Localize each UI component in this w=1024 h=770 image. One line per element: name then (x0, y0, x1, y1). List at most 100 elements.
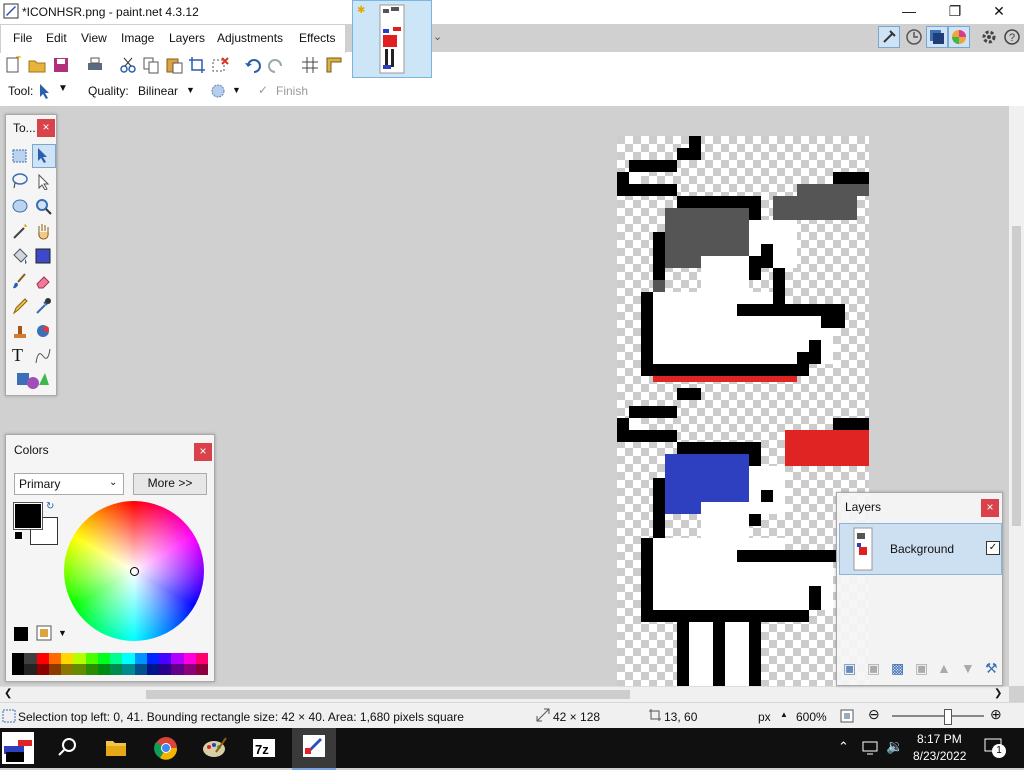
palette-swatch[interactable] (134, 653, 147, 664)
clone-stamp-icon[interactable] (11, 322, 29, 340)
selection-mode-chevron-icon[interactable]: ▼ (232, 85, 241, 95)
image-tab-thumbnail[interactable]: ✱ (352, 0, 432, 78)
crop-to-selection-icon[interactable] (188, 56, 206, 74)
undo-icon[interactable] (244, 56, 262, 74)
palette-swatch[interactable] (122, 653, 135, 664)
palette-swatch-dark[interactable] (12, 664, 25, 675)
color-picker-icon[interactable] (34, 297, 52, 315)
clock-date[interactable]: 8/23/2022 (913, 749, 966, 763)
primary-color-swatch[interactable] (13, 502, 43, 530)
menu-view[interactable]: View (81, 31, 107, 45)
palette-swatch[interactable] (73, 653, 86, 664)
color-wheel-cursor[interactable] (130, 567, 139, 576)
print-icon[interactable] (86, 56, 104, 74)
cut-icon[interactable] (119, 56, 137, 74)
palette-swatch[interactable] (159, 653, 172, 664)
volume-icon[interactable]: 🔉 (886, 738, 903, 755)
menu-file[interactable]: File (13, 31, 32, 45)
zoom-value[interactable]: 600% (796, 710, 827, 724)
paint-bucket-icon[interactable] (11, 247, 29, 265)
redo-icon[interactable] (267, 56, 285, 74)
chrome-icon[interactable] (150, 732, 182, 764)
palette-swatch-dark[interactable] (122, 664, 135, 675)
more-colors-button[interactable]: More >> (133, 473, 207, 495)
palette-swatch[interactable] (61, 653, 74, 664)
palette-swatch-dark[interactable] (110, 664, 123, 675)
zoom-in-icon[interactable]: ⊕ (990, 706, 1002, 723)
zoom-slider[interactable] (892, 715, 984, 717)
file-explorer-icon[interactable] (100, 732, 132, 764)
palette-swatch-dark[interactable] (159, 664, 172, 675)
paste-icon[interactable] (165, 56, 183, 74)
maximize-button[interactable]: ❐ (932, 0, 978, 24)
add-layer-icon[interactable]: ▣ (843, 660, 856, 677)
grid-icon[interactable] (301, 56, 319, 74)
7zip-icon[interactable]: 7z (248, 732, 280, 764)
show-hidden-icons-chevron[interactable]: ⌃ (838, 739, 849, 755)
quality-select[interactable]: Bilinear (138, 84, 178, 98)
palette-swatch[interactable] (146, 653, 159, 664)
palette-swatch-dark[interactable] (48, 664, 61, 675)
units-select[interactable]: px (758, 710, 771, 724)
chevron-down-icon[interactable]: ⌄ (433, 30, 442, 43)
colors-window-toggle[interactable] (948, 26, 970, 48)
ellipse-select-icon[interactable] (11, 197, 29, 215)
move-selected-pixels-tool[interactable] (32, 144, 56, 168)
menu-adjustments[interactable]: Adjustments (217, 31, 283, 45)
search-icon[interactable] (52, 732, 84, 764)
layer-row-background[interactable]: Background ✓ (839, 523, 1002, 575)
palette-swatch[interactable] (85, 653, 98, 664)
magic-wand-icon[interactable] (11, 222, 29, 240)
horizontal-scroll-thumb[interactable] (146, 690, 630, 699)
shapes-icon[interactable] (15, 371, 49, 391)
palette-swatch[interactable] (183, 653, 196, 664)
layers-window-toggle[interactable] (926, 26, 948, 48)
finish-button[interactable]: Finish (276, 84, 308, 98)
palette-swatch[interactable] (12, 653, 25, 664)
palette-swatch-dark[interactable] (97, 664, 110, 675)
text-tool-icon[interactable]: T (12, 345, 23, 366)
tools-window-toggle[interactable] (878, 26, 900, 48)
move-selection-tool-icon[interactable] (34, 172, 52, 190)
help-button[interactable]: ? (1003, 27, 1021, 47)
reset-colors-icon[interactable] (14, 531, 23, 540)
ruler-icon[interactable] (325, 56, 343, 74)
move-layer-down-icon[interactable]: ▼ (961, 660, 975, 676)
palette-swatch-dark[interactable] (73, 664, 86, 675)
tool-dropdown-arrow-icon[interactable]: ▼ (58, 83, 68, 94)
menu-image[interactable]: Image (121, 31, 154, 45)
paintnet-taskbar-button[interactable] (292, 728, 336, 770)
menu-edit[interactable]: Edit (46, 31, 67, 45)
palette-swatch[interactable] (97, 653, 110, 664)
delete-layer-icon[interactable]: ▣ (867, 660, 880, 677)
menu-effects[interactable]: Effects (299, 31, 335, 45)
tools-panel-close-button[interactable]: × (37, 119, 55, 137)
settings-button[interactable] (979, 27, 999, 47)
palette-swatch-dark[interactable] (134, 664, 147, 675)
zoom-to-window-icon[interactable] (840, 709, 854, 723)
palette-swatch[interactable] (171, 653, 184, 664)
units-dropdown-icon[interactable]: ▲ (780, 710, 788, 719)
image-canvas[interactable] (617, 136, 869, 686)
history-window-toggle[interactable] (904, 27, 924, 47)
pan-hand-icon[interactable] (34, 222, 52, 240)
layers-panel-close-button[interactable]: × (981, 499, 999, 517)
duplicate-layer-icon[interactable]: ▩ (891, 660, 904, 677)
layer-visibility-checkbox[interactable]: ✓ (986, 541, 1000, 555)
zoom-icon[interactable] (34, 197, 52, 215)
gradient-icon[interactable] (34, 247, 52, 265)
palette-swatch-dark[interactable] (85, 664, 98, 675)
palette-menu-icon[interactable] (36, 625, 52, 641)
paint-palette-app-icon[interactable] (198, 732, 230, 764)
minimize-button[interactable]: — (886, 0, 932, 24)
open-folder-icon[interactable] (28, 56, 46, 74)
save-icon[interactable] (52, 56, 70, 74)
color-mode-select[interactable]: Primary ⌄ (14, 473, 124, 495)
palette-swatch-dark[interactable] (146, 664, 159, 675)
palette-swatch[interactable] (110, 653, 123, 664)
palette-swatch-dark[interactable] (61, 664, 74, 675)
zoom-slider-handle[interactable] (944, 709, 952, 725)
clock-time[interactable]: 8:17 PM (917, 732, 962, 746)
add-to-palette-icon[interactable] (14, 627, 28, 641)
menu-layers[interactable]: Layers (169, 31, 205, 45)
